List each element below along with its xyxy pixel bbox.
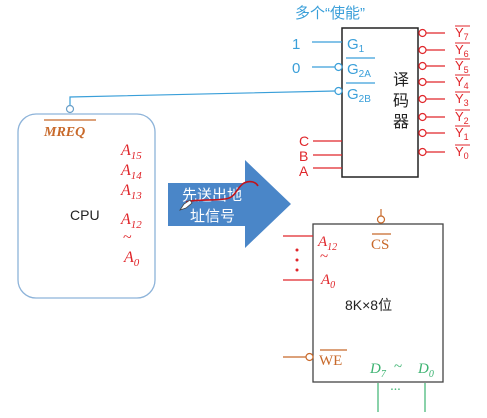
g1-sub: 1 xyxy=(359,44,365,55)
select-a: A xyxy=(299,163,309,179)
d0-pin: D xyxy=(417,361,429,377)
output-label: Y7 xyxy=(455,25,469,42)
a14-sub: 14 xyxy=(131,170,143,182)
we-label: WE xyxy=(319,353,342,369)
g2b-bubble xyxy=(334,86,343,96)
cpu-box xyxy=(17,113,156,299)
output-y6: Y6 xyxy=(418,42,470,59)
cpu-tilde: ~ xyxy=(123,229,132,246)
output-label: Y4 xyxy=(455,74,469,91)
memory-size-label: 8K×8位 xyxy=(345,297,392,313)
address-dots xyxy=(295,248,299,272)
g2a-value: 0 xyxy=(292,60,300,77)
output-bubble xyxy=(418,28,427,38)
output-label: Y3 xyxy=(455,91,469,108)
a0-sub: 0 xyxy=(134,257,140,269)
decoder-outputs: Y7Y6Y5Y4Y3Y2Y1 Y0 xyxy=(418,25,470,161)
output-bubble xyxy=(418,45,427,55)
cs-bubble xyxy=(376,215,386,224)
decoder-label-3: 器 xyxy=(393,113,409,131)
title: 多个“使能” xyxy=(295,5,365,22)
enable-g2b: G2B xyxy=(65,82,375,114)
a12-sub: 12 xyxy=(131,219,143,231)
g2a-pin: G xyxy=(347,61,359,78)
g2a-sub: 2A xyxy=(359,69,372,80)
a14-pin: A xyxy=(120,162,131,179)
cs-label: CS xyxy=(371,237,389,253)
enable-g1: 1 G1 xyxy=(292,36,365,55)
a15-pin: A xyxy=(120,142,131,159)
cpu-label: CPU xyxy=(70,207,100,223)
mem-addr-tilde: ~ xyxy=(320,249,328,265)
g1-pin: G xyxy=(347,36,359,53)
data-dots: ··· xyxy=(390,383,401,398)
output-y2: Y2 xyxy=(418,109,470,126)
g2a-bubble xyxy=(334,62,343,72)
g2b-pin: G xyxy=(347,86,359,103)
output-y5: Y5 xyxy=(418,58,470,75)
output-label: Y1 xyxy=(455,125,469,142)
mem-a12-sub: 12 xyxy=(327,242,337,253)
a15-sub: 15 xyxy=(131,150,143,162)
output-bubble xyxy=(418,61,427,71)
a12-pin: A xyxy=(120,211,131,228)
mreq-label: MREQ xyxy=(43,125,85,140)
a13-sub: 13 xyxy=(131,190,143,202)
mem-a0-sub: 0 xyxy=(330,280,335,291)
output-bubble xyxy=(418,128,427,138)
output-bubble xyxy=(418,112,427,122)
output-bubble xyxy=(418,94,427,104)
decoder-label-2: 码 xyxy=(393,92,409,110)
output-label: Y2 xyxy=(455,109,469,126)
a0-pin: A xyxy=(123,249,134,266)
output-label: Y0 xyxy=(455,144,469,161)
g2b-sub: 2B xyxy=(359,94,372,105)
d0-sub: 0 xyxy=(429,369,434,380)
decoder-memory-diagram: 多个“使能” 译 码 器 1 G1 0 G2A G2B C B A Y7Y6Y5… xyxy=(17,5,470,412)
output-y7: Y7 xyxy=(418,25,470,42)
select-b: B xyxy=(299,148,308,164)
output-label: Y6 xyxy=(455,42,469,59)
mreq-bubble xyxy=(65,104,75,114)
output-bubble xyxy=(418,147,427,157)
output-y3: Y3 xyxy=(418,91,470,108)
decoder-label-1: 译 xyxy=(393,71,409,89)
output-label: Y5 xyxy=(455,58,469,75)
data-tilde: ~ xyxy=(394,359,402,375)
d7-pin: D xyxy=(369,361,381,377)
a13-pin: A xyxy=(120,182,131,199)
output-bubble xyxy=(418,77,427,87)
we-bubble xyxy=(305,352,314,362)
output-y0: Y0 xyxy=(418,144,470,161)
g1-value: 1 xyxy=(292,36,300,53)
output-y1: Y1 xyxy=(418,125,470,142)
select-c: C xyxy=(299,133,309,149)
output-y4: Y4 xyxy=(418,74,470,91)
arrow-text-line2: 址信号 xyxy=(190,207,235,225)
